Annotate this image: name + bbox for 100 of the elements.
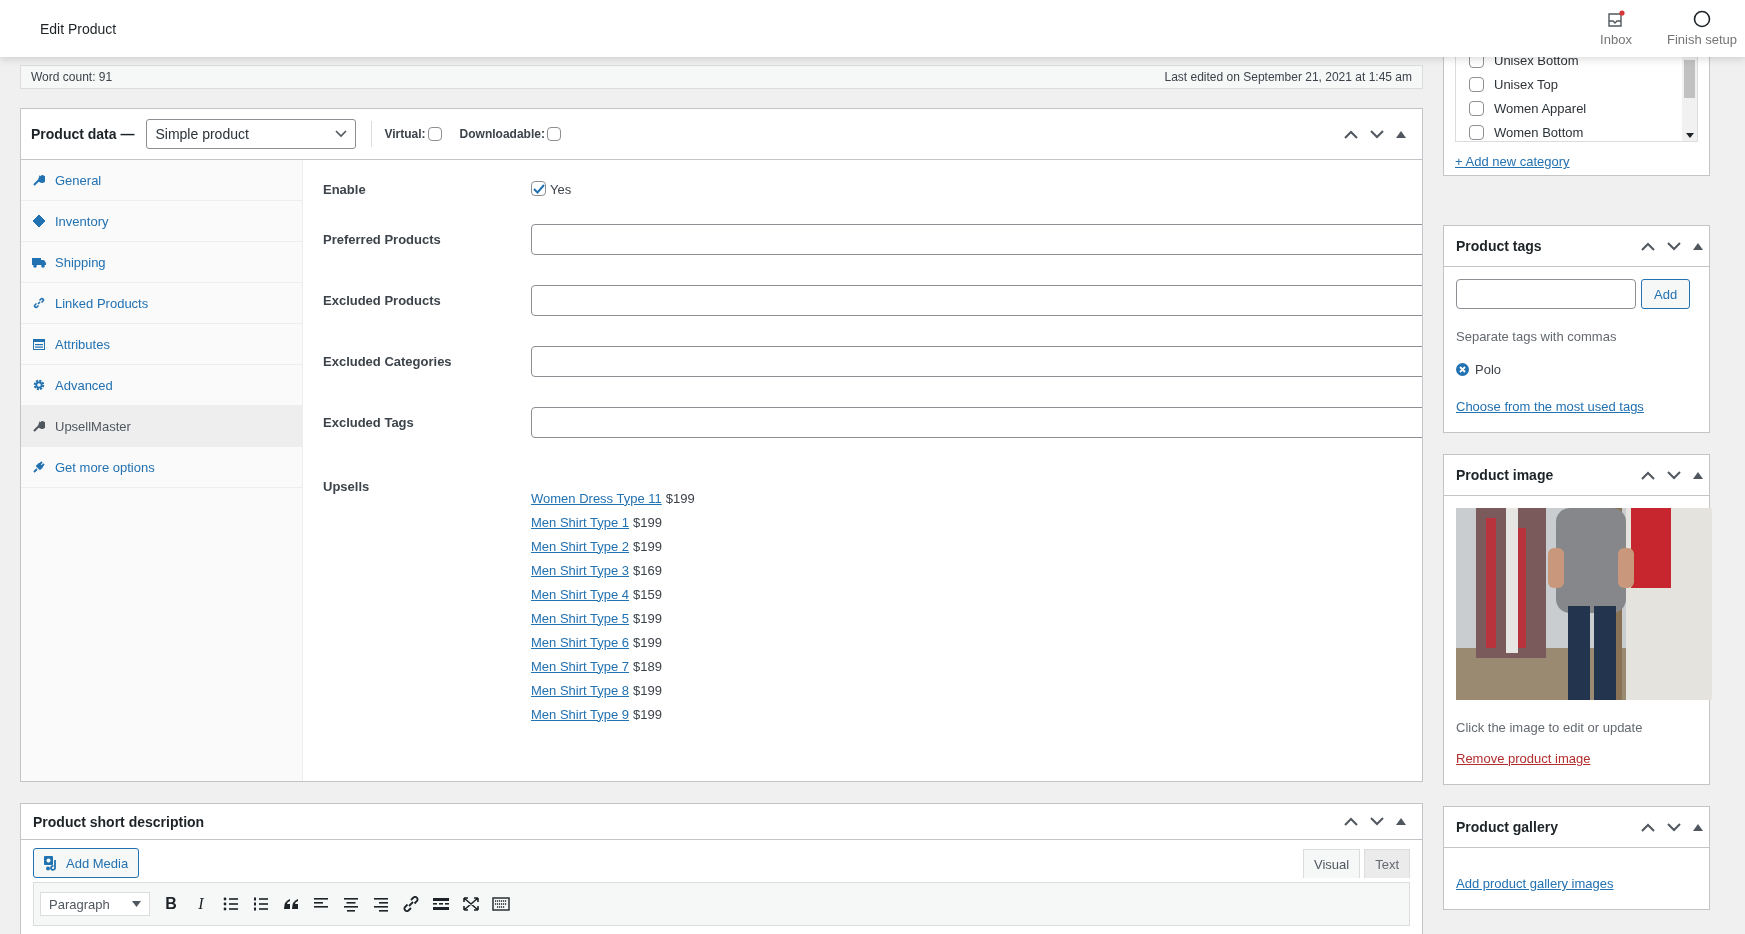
move-up-icon[interactable] bbox=[1641, 470, 1655, 480]
gear-icon bbox=[33, 379, 45, 391]
move-up-icon[interactable] bbox=[1641, 241, 1655, 251]
word-count: Word count: 91 bbox=[31, 70, 113, 84]
product-type-select[interactable]: Simple product bbox=[146, 119, 357, 149]
collapse-icon[interactable] bbox=[1693, 823, 1703, 831]
hint-text: Click the image to edit or update bbox=[1456, 720, 1644, 735]
product-link[interactable]: Men Shirt Type 6 bbox=[531, 634, 630, 650]
checkbox-label: Virtual: bbox=[384, 127, 426, 141]
tag-label: Polo bbox=[1475, 362, 1502, 377]
field-label: Preferred Products bbox=[323, 231, 442, 247]
add-gallery-images-link[interactable]: Add product gallery images bbox=[1456, 876, 1614, 891]
product-data-tab[interactable]: UpsellMaster bbox=[21, 406, 302, 447]
collapse-icon[interactable] bbox=[1396, 130, 1406, 138]
add-button[interactable]: Add bbox=[1641, 279, 1691, 309]
collapse-icon[interactable] bbox=[1396, 818, 1406, 825]
keyboard-icon[interactable] bbox=[492, 896, 510, 912]
chevron-down-icon bbox=[335, 130, 348, 138]
link-icon[interactable] bbox=[402, 896, 420, 912]
list-icon bbox=[33, 338, 45, 350]
inbox-icon bbox=[1607, 10, 1625, 28]
input-field[interactable] bbox=[531, 407, 1422, 438]
product-link[interactable]: Women Dress Type 11 bbox=[531, 490, 662, 506]
move-up-icon[interactable] bbox=[1344, 817, 1358, 826]
format-select[interactable]: Paragraph bbox=[40, 892, 150, 916]
price: $199 bbox=[633, 706, 662, 722]
product-link[interactable]: Men Shirt Type 3 bbox=[531, 562, 630, 578]
scroll-down-icon[interactable] bbox=[1685, 133, 1694, 138]
align-right-icon[interactable] bbox=[372, 896, 390, 912]
bulleted-list-icon[interactable] bbox=[222, 896, 240, 912]
price: $199 bbox=[633, 634, 662, 650]
editor-mode-tab[interactable]: Text bbox=[1364, 849, 1410, 878]
hint-text: Separate tags with commas bbox=[1456, 329, 1618, 344]
remove-image-link[interactable]: Remove product image bbox=[1456, 751, 1591, 766]
category-checkbox[interactable] bbox=[1469, 100, 1484, 116]
most-used-tags-link[interactable]: Choose from the most used tags bbox=[1456, 399, 1644, 414]
panel-title: Product short description bbox=[33, 813, 205, 830]
enable-checkbox[interactable] bbox=[531, 181, 546, 196]
price: $199 bbox=[633, 610, 662, 626]
remove-icon[interactable] bbox=[1456, 363, 1469, 376]
read-more-icon[interactable] bbox=[432, 896, 450, 912]
panel-title: Product image bbox=[1456, 467, 1554, 483]
collapse-icon[interactable] bbox=[1693, 471, 1703, 479]
product-link[interactable]: Men Shirt Type 1 bbox=[531, 514, 630, 530]
product-link[interactable]: Men Shirt Type 2 bbox=[531, 538, 630, 554]
tag-icon bbox=[33, 215, 45, 227]
price: $189 bbox=[633, 658, 662, 674]
collapse-icon[interactable] bbox=[1693, 242, 1703, 250]
tag-input[interactable] bbox=[1456, 279, 1636, 309]
price: $159 bbox=[633, 586, 662, 602]
last-edited: Last edited on September 21, 2021 at 1:45 am bbox=[1164, 70, 1412, 84]
move-down-icon[interactable] bbox=[1667, 822, 1681, 832]
truck-icon bbox=[32, 256, 46, 268]
editor-mode-tab[interactable]: Visual bbox=[1302, 849, 1361, 878]
move-down-icon[interactable] bbox=[1370, 129, 1384, 139]
header-action[interactable]: Finish setup bbox=[1659, 0, 1745, 57]
quote-icon[interactable] bbox=[282, 896, 300, 912]
product-link[interactable]: Men Shirt Type 9 bbox=[531, 706, 630, 722]
move-down-icon[interactable] bbox=[1667, 470, 1681, 480]
input-field[interactable] bbox=[531, 224, 1422, 255]
wrench-icon bbox=[33, 420, 45, 432]
category-label: Unisex Top bbox=[1494, 76, 1559, 92]
move-down-icon[interactable] bbox=[1370, 817, 1384, 826]
input-field[interactable] bbox=[531, 346, 1422, 377]
bold-button[interactable]: B bbox=[162, 895, 180, 913]
caret-icon bbox=[132, 901, 141, 907]
numbered-list-icon[interactable] bbox=[252, 896, 270, 912]
move-up-icon[interactable] bbox=[1641, 822, 1655, 832]
move-down-icon[interactable] bbox=[1667, 241, 1681, 251]
scrollbar-thumb[interactable] bbox=[1684, 60, 1695, 98]
field-label: Excluded Products bbox=[323, 292, 442, 308]
price: $199 bbox=[633, 514, 662, 530]
price: $199 bbox=[633, 682, 662, 698]
category-checkbox[interactable] bbox=[1469, 76, 1484, 92]
product-link[interactable]: Men Shirt Type 7 bbox=[531, 658, 630, 674]
italic-button[interactable]: I bbox=[192, 895, 210, 913]
input-field[interactable] bbox=[531, 285, 1422, 316]
product-link[interactable]: Men Shirt Type 8 bbox=[531, 682, 630, 698]
fullscreen-icon[interactable] bbox=[462, 896, 480, 912]
category-label: Women Bottom bbox=[1494, 124, 1584, 140]
add-media-button[interactable]: Add Media bbox=[33, 848, 140, 878]
downloadable-checkbox[interactable] bbox=[546, 127, 561, 141]
field-label: Excluded Categories bbox=[323, 353, 453, 369]
category-checkbox[interactable] bbox=[1469, 124, 1484, 140]
checkbox-label: Yes bbox=[550, 180, 572, 199]
panel-title: Product tags bbox=[1456, 238, 1542, 254]
price: $169 bbox=[633, 562, 662, 578]
field-label: Upsells bbox=[323, 479, 371, 494]
move-up-icon[interactable] bbox=[1344, 129, 1358, 139]
panel-title: Product data — bbox=[31, 126, 135, 142]
plug-icon bbox=[33, 461, 45, 473]
checkbox-label: Downloadable: bbox=[459, 127, 545, 141]
price: $199 bbox=[665, 490, 695, 506]
virtual-checkbox[interactable] bbox=[427, 127, 442, 141]
field-label: Enable bbox=[323, 180, 367, 199]
product-link[interactable]: Men Shirt Type 5 bbox=[531, 610, 630, 626]
panel-title: Product gallery bbox=[1456, 819, 1558, 835]
product-link[interactable]: Men Shirt Type 4 bbox=[531, 586, 630, 602]
align-center-icon[interactable] bbox=[342, 896, 360, 912]
add-category-link[interactable]: + Add new category bbox=[1455, 154, 1570, 169]
